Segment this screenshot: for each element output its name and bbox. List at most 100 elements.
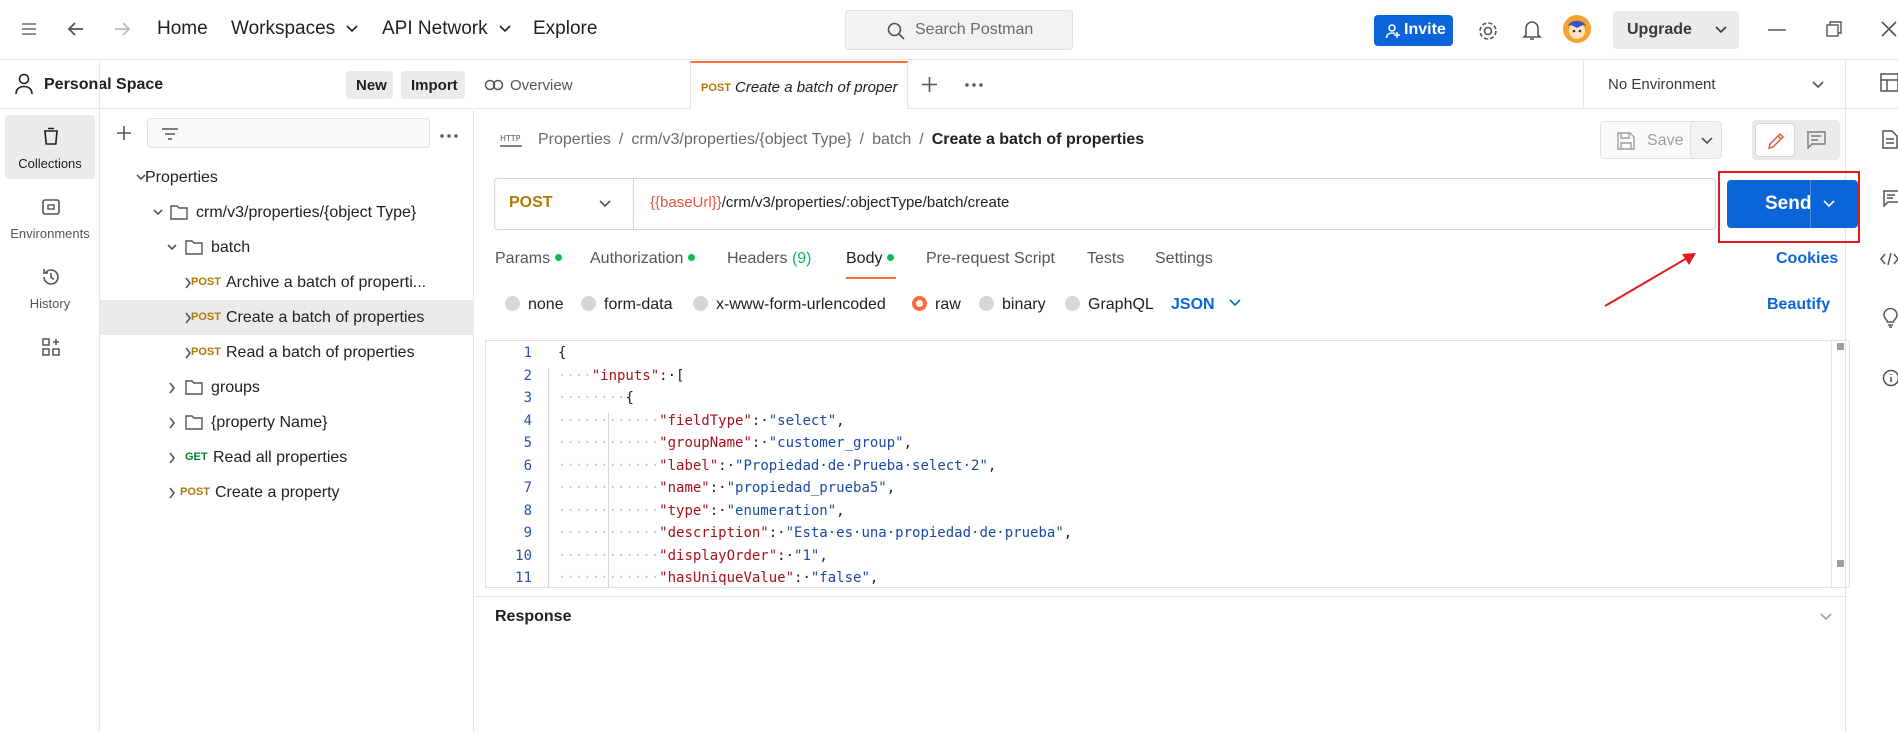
environment-quicklook-icon[interactable] bbox=[1880, 73, 1898, 92]
tree-request-item[interactable]: POST Create a batch of properties bbox=[100, 300, 474, 335]
radio-circle bbox=[693, 296, 708, 311]
chevron-right-icon[interactable] bbox=[167, 487, 177, 499]
tabs-more-icon[interactable] bbox=[965, 83, 983, 87]
response-panel[interactable]: Response bbox=[475, 596, 1845, 636]
method-badge: POST bbox=[191, 346, 221, 358]
save-button[interactable]: Save bbox=[1600, 121, 1698, 159]
nav-explore[interactable]: Explore bbox=[533, 18, 597, 40]
chevron-down-icon[interactable] bbox=[153, 207, 163, 219]
breadcrumb-separator: / bbox=[859, 131, 865, 148]
status-dot bbox=[887, 254, 895, 261]
import-button[interactable]: Import bbox=[401, 71, 465, 99]
nav-api-network[interactable]: API Network bbox=[382, 18, 511, 40]
tree-item-label: Create a batch of properties bbox=[226, 309, 425, 326]
tab-authorization-label: Authorization bbox=[590, 250, 684, 267]
back-arrow-icon[interactable] bbox=[66, 19, 86, 39]
tab-prerequest-script[interactable]: Pre-request Script bbox=[926, 250, 1055, 268]
cookies-link[interactable]: Cookies bbox=[1776, 250, 1838, 268]
chevron-right-icon[interactable] bbox=[167, 382, 177, 394]
new-button[interactable]: New bbox=[346, 71, 393, 99]
nav-workspaces-label: Workspaces bbox=[231, 18, 336, 39]
filter-input[interactable] bbox=[147, 118, 430, 148]
tree-folder-item[interactable]: {property Name} bbox=[100, 405, 474, 440]
lightbulb-icon[interactable] bbox=[1882, 308, 1898, 328]
invite-button[interactable]: Invite bbox=[1374, 15, 1453, 46]
settings-gear-icon[interactable] bbox=[1477, 20, 1499, 42]
tab-create-label: Create a batch of proper bbox=[735, 79, 898, 96]
tree-request-item[interactable]: GET Read all properties bbox=[100, 440, 474, 475]
radio-graphql[interactable]: GraphQL bbox=[1065, 296, 1154, 314]
nav-home[interactable]: Home bbox=[157, 18, 208, 40]
tab-settings[interactable]: Settings bbox=[1155, 250, 1213, 268]
menu-icon[interactable] bbox=[20, 20, 38, 38]
radio-circle bbox=[979, 296, 994, 311]
notifications-bell-icon[interactable] bbox=[1522, 19, 1542, 41]
new-tab-icon[interactable] bbox=[921, 76, 938, 93]
format-select[interactable]: JSON bbox=[1171, 296, 1241, 314]
upgrade-button[interactable]: Upgrade bbox=[1613, 11, 1739, 49]
radio-raw[interactable]: raw bbox=[912, 296, 961, 314]
tree-request-item[interactable]: POST Create a property bbox=[100, 475, 474, 510]
tree-folder-item[interactable]: Properties bbox=[100, 160, 474, 195]
tab-create-batch[interactable]: POST Create a batch of proper bbox=[690, 61, 908, 109]
rail-item-apps[interactable] bbox=[5, 325, 95, 389]
radio-urlencoded[interactable]: x-www-form-urlencoded bbox=[693, 296, 886, 314]
radio-none[interactable]: none bbox=[505, 296, 564, 314]
code-line: ············"displayOrder":·"1", bbox=[558, 548, 828, 564]
tab-authorization[interactable]: Authorization bbox=[590, 250, 696, 268]
avatar[interactable] bbox=[1562, 14, 1592, 44]
comment-mode-icon[interactable] bbox=[1806, 131, 1826, 149]
close-window-icon[interactable] bbox=[1880, 20, 1898, 38]
right-rail bbox=[1845, 61, 1898, 732]
chevron-right-icon[interactable] bbox=[167, 417, 177, 429]
nav-workspaces[interactable]: Workspaces bbox=[231, 18, 359, 40]
tab-params[interactable]: Params bbox=[495, 250, 563, 268]
tree-folder-item[interactable]: batch bbox=[100, 230, 474, 265]
add-icon[interactable] bbox=[116, 125, 132, 141]
method-select[interactable]: POST bbox=[495, 179, 634, 229]
chevron-right-icon[interactable] bbox=[167, 452, 177, 464]
request-title[interactable]: Create a batch of properties bbox=[932, 131, 1145, 148]
code-editor[interactable]: 1234567891011{····"inputs":·[········{··… bbox=[485, 340, 1850, 588]
tree-item-label: groups bbox=[211, 379, 260, 396]
tree-folder-item[interactable]: groups bbox=[100, 370, 474, 405]
tree-folder-item[interactable]: crm/v3/properties/{object Type} bbox=[100, 195, 474, 230]
radio-form-data[interactable]: form-data bbox=[581, 296, 672, 314]
rail-item-environments[interactable]: Environments bbox=[5, 185, 95, 249]
top-bar: Home Workspaces API Network Explore Sear… bbox=[0, 0, 1898, 60]
chevron-down-icon bbox=[1229, 299, 1241, 307]
code-line: ············"fieldType":·"select", bbox=[558, 413, 845, 429]
minimize-window-icon[interactable] bbox=[1768, 28, 1786, 32]
beautify-link[interactable]: Beautify bbox=[1767, 296, 1830, 314]
annotation-arrow bbox=[1604, 253, 1696, 307]
tree-request-item[interactable]: POST Read a batch of properties bbox=[100, 335, 474, 370]
radio-binary[interactable]: binary bbox=[979, 296, 1046, 314]
documentation-icon[interactable] bbox=[1882, 130, 1898, 149]
tab-tests[interactable]: Tests bbox=[1087, 250, 1124, 268]
tab-body[interactable]: Body bbox=[846, 250, 895, 268]
comments-icon[interactable] bbox=[1882, 190, 1898, 207]
forward-arrow-icon[interactable] bbox=[112, 19, 132, 39]
radio-form-data-label: form-data bbox=[604, 296, 673, 313]
editor-scrollbar[interactable] bbox=[1831, 341, 1849, 587]
tab-body-label: Body bbox=[846, 250, 883, 267]
save-options-button[interactable] bbox=[1690, 121, 1722, 159]
tab-overview[interactable]: Overview bbox=[475, 61, 690, 109]
breadcrumb-item[interactable]: batch bbox=[872, 131, 911, 148]
tree-request-item[interactable]: POST Archive a batch of properti... bbox=[100, 265, 474, 300]
restore-window-icon[interactable] bbox=[1826, 21, 1842, 37]
edit-mode-button[interactable] bbox=[1755, 123, 1795, 157]
breadcrumb-item[interactable]: Properties bbox=[538, 131, 611, 148]
chevron-down-icon[interactable] bbox=[167, 242, 177, 254]
search-input[interactable]: Search Postman bbox=[845, 10, 1073, 50]
rail-item-collections[interactable]: Collections bbox=[5, 115, 95, 179]
json-value: "propiedad_prueba5" bbox=[726, 480, 887, 496]
info-icon[interactable] bbox=[1882, 369, 1898, 387]
more-options-icon[interactable] bbox=[440, 134, 458, 138]
url-input[interactable]: {{baseUrl}}/crm/v3/properties/:objectTyp… bbox=[650, 194, 1009, 211]
environment-select[interactable]: No Environment bbox=[1583, 61, 1845, 109]
tab-headers[interactable]: Headers (9) bbox=[727, 250, 812, 268]
code-snippet-icon[interactable] bbox=[1880, 252, 1898, 266]
rail-item-history[interactable]: History bbox=[5, 255, 95, 319]
breadcrumb-item[interactable]: crm/v3/properties/{object Type} bbox=[631, 131, 851, 148]
